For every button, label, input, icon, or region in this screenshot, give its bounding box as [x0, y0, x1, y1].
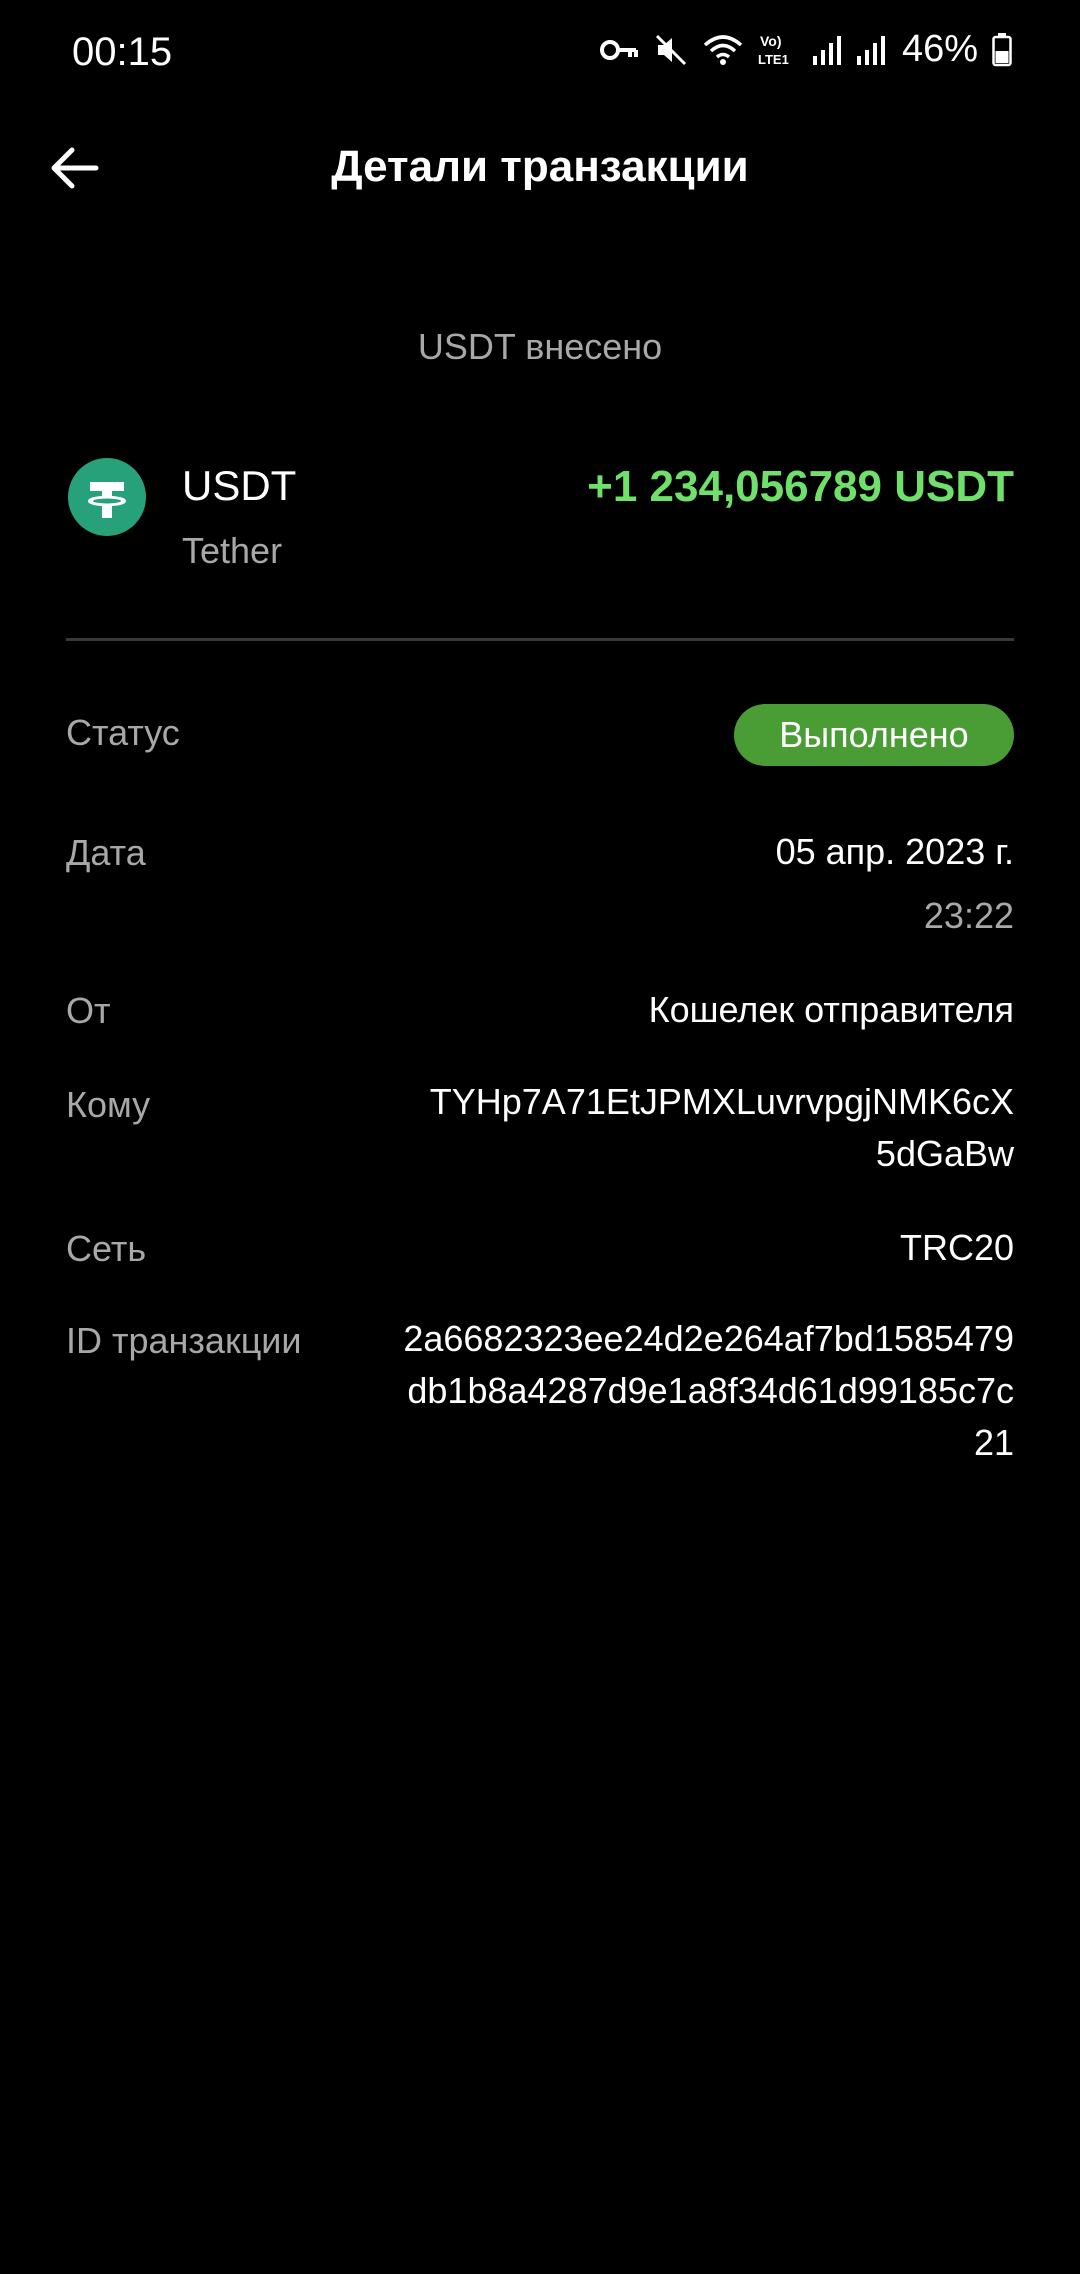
date-label: Дата [66, 832, 146, 873]
status-label: Статус [66, 712, 180, 753]
to-label: Кому [66, 1084, 151, 1125]
network-value: TRC20 [899, 1227, 1014, 1268]
status-badge: Выполнено [734, 704, 1014, 766]
battery-icon [992, 32, 1012, 66]
txid-value[interactable]: 2a6682323ee24d2e264af7bd1585479db1b8a428… [394, 1313, 1014, 1469]
page-title: Детали транзакции [331, 142, 749, 191]
asset-symbol: USDT [182, 462, 297, 509]
status-bar: 00:15 Vo) LTE1 46% [0, 0, 1080, 108]
battery-percent: 46% [901, 28, 978, 70]
transaction-amount: +1 234,056789 USDT [587, 462, 1014, 511]
svg-text:LTE1: LTE1 [758, 52, 789, 67]
date-value: 05 апр. 2023 г. [775, 831, 1014, 872]
volte-icon: Vo) LTE1 [758, 33, 789, 67]
asset-name: Tether [182, 530, 283, 571]
svg-text:Vo): Vo) [760, 33, 782, 49]
signal-icon [812, 35, 841, 65]
txid-label: ID транзакции [66, 1320, 302, 1361]
from-value: Кошелек отправителя [648, 989, 1014, 1030]
wifi-icon [703, 34, 743, 65]
network-label: Сеть [66, 1228, 147, 1269]
mute-icon [655, 34, 686, 65]
transaction-type: USDT внесено [417, 326, 663, 367]
status-time: 00:15 [72, 30, 173, 74]
signal-icon [856, 35, 885, 65]
tether-icon [68, 458, 146, 536]
from-label: От [66, 990, 111, 1031]
divider [66, 638, 1014, 641]
app-bar: Детали транзакции [0, 120, 1080, 220]
to-address[interactable]: TYHp7A71EtJPMXLuvrvpgjNMK6cX5dGaBw [414, 1076, 1014, 1180]
time-value: 23:22 [923, 895, 1014, 936]
status-icons: Vo) LTE1 46% [599, 28, 1012, 71]
key-icon [599, 39, 638, 60]
